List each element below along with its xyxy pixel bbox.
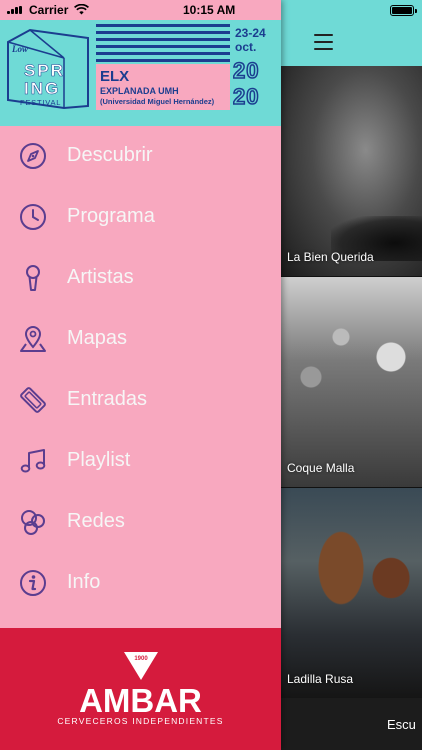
svg-text:Low: Low — [11, 44, 29, 54]
music-note-icon — [20, 449, 46, 473]
carrier-label: Carrier — [29, 3, 69, 17]
festival-month: oct. — [235, 40, 257, 54]
social-icon — [21, 510, 45, 535]
festival-year-top: 20 — [232, 57, 260, 84]
menu-label: Redes — [67, 510, 125, 532]
sponsor-banner[interactable]: 1900 AMBAR CERVECEROS INDEPENDIENTES — [0, 628, 281, 750]
artist-name: Ladilla Rusa — [287, 672, 354, 686]
menu-label: Entradas — [67, 388, 148, 410]
artist-photo — [281, 488, 422, 698]
svg-text:ING: ING — [24, 79, 60, 98]
time-label: 10:15 AM — [183, 3, 236, 17]
artist-photo — [281, 66, 422, 276]
menu-item-entradas[interactable]: Entradas — [0, 370, 281, 431]
artist-card[interactable]: La Bien Querida — [281, 66, 422, 276]
festival-year-bottom: 20 — [232, 83, 260, 110]
main-top-bar — [281, 0, 422, 66]
menu-item-info[interactable]: Info — [0, 553, 281, 614]
menu-label: Artistas — [67, 266, 134, 288]
menu-item-redes[interactable]: Redes — [0, 492, 281, 553]
ticket-icon — [20, 387, 46, 413]
artist-name: La Bien Querida — [287, 250, 374, 264]
sponsor-tagline: CERVECEROS INDEPENDIENTES — [57, 716, 224, 726]
menu-label: Programa — [67, 205, 155, 227]
venue-block: ELX EXPLANADA UMH (Universidad Miguel He… — [96, 64, 230, 110]
hamburger-menu-icon[interactable] — [314, 34, 333, 51]
menu-item-playlist[interactable]: Playlist — [0, 431, 281, 492]
menu-item-descubrir[interactable]: Descubrir — [0, 126, 281, 187]
city-label: ELX — [100, 68, 130, 85]
menu-label: Info — [67, 571, 101, 593]
ambar-logo-mark: 1900 — [124, 652, 158, 680]
signal-icon — [7, 6, 25, 14]
decorative-stripes — [96, 24, 230, 62]
menu-item-mapas[interactable]: Mapas — [0, 309, 281, 370]
wifi-icon — [74, 4, 89, 15]
menu-label: Mapas — [67, 327, 128, 349]
clock-icon — [20, 204, 46, 230]
festival-banner: Low SPR ING FESTIVAL ELX EXPLANADA UMH (… — [0, 20, 281, 126]
artist-card[interactable]: Coque Malla — [281, 277, 422, 487]
menu-item-artistas[interactable]: Artistas — [0, 248, 281, 309]
menu-item-programa[interactable]: Programa — [0, 187, 281, 248]
spring-festival-logo: Low SPR ING FESTIVAL — [7, 28, 89, 110]
battery-icon — [390, 5, 417, 16]
map-pin-icon — [20, 326, 46, 352]
menu-label: Playlist — [67, 449, 131, 471]
artist-card[interactable]: Ladilla Rusa — [281, 488, 422, 698]
venue-label: EXPLANADA UMH — [100, 86, 179, 96]
svg-text:SPR: SPR — [24, 61, 65, 80]
microphone-icon — [26, 265, 40, 291]
venue-subtitle: (Universidad Miguel Hernández) — [100, 97, 215, 106]
sponsor-year: 1900 — [134, 656, 148, 662]
menu-label: Descubrir — [67, 144, 153, 166]
artist-photo — [281, 277, 422, 487]
sponsor-name: AMBAR — [79, 682, 202, 719]
bottom-tab-bar: Escu — [281, 698, 422, 750]
info-icon — [20, 570, 46, 596]
festival-dates: 23-24 — [235, 26, 266, 40]
status-bar: Carrier 10:15 AM — [0, 0, 281, 20]
navigation-drawer: Carrier 10:15 AM Low SPR ING FESTIVAL EL… — [0, 0, 281, 750]
compass-icon — [20, 143, 46, 169]
artist-name: Coque Malla — [287, 461, 355, 475]
svg-text:FESTIVAL: FESTIVAL — [20, 98, 61, 107]
bottom-tab-label[interactable]: Escu — [387, 717, 416, 732]
